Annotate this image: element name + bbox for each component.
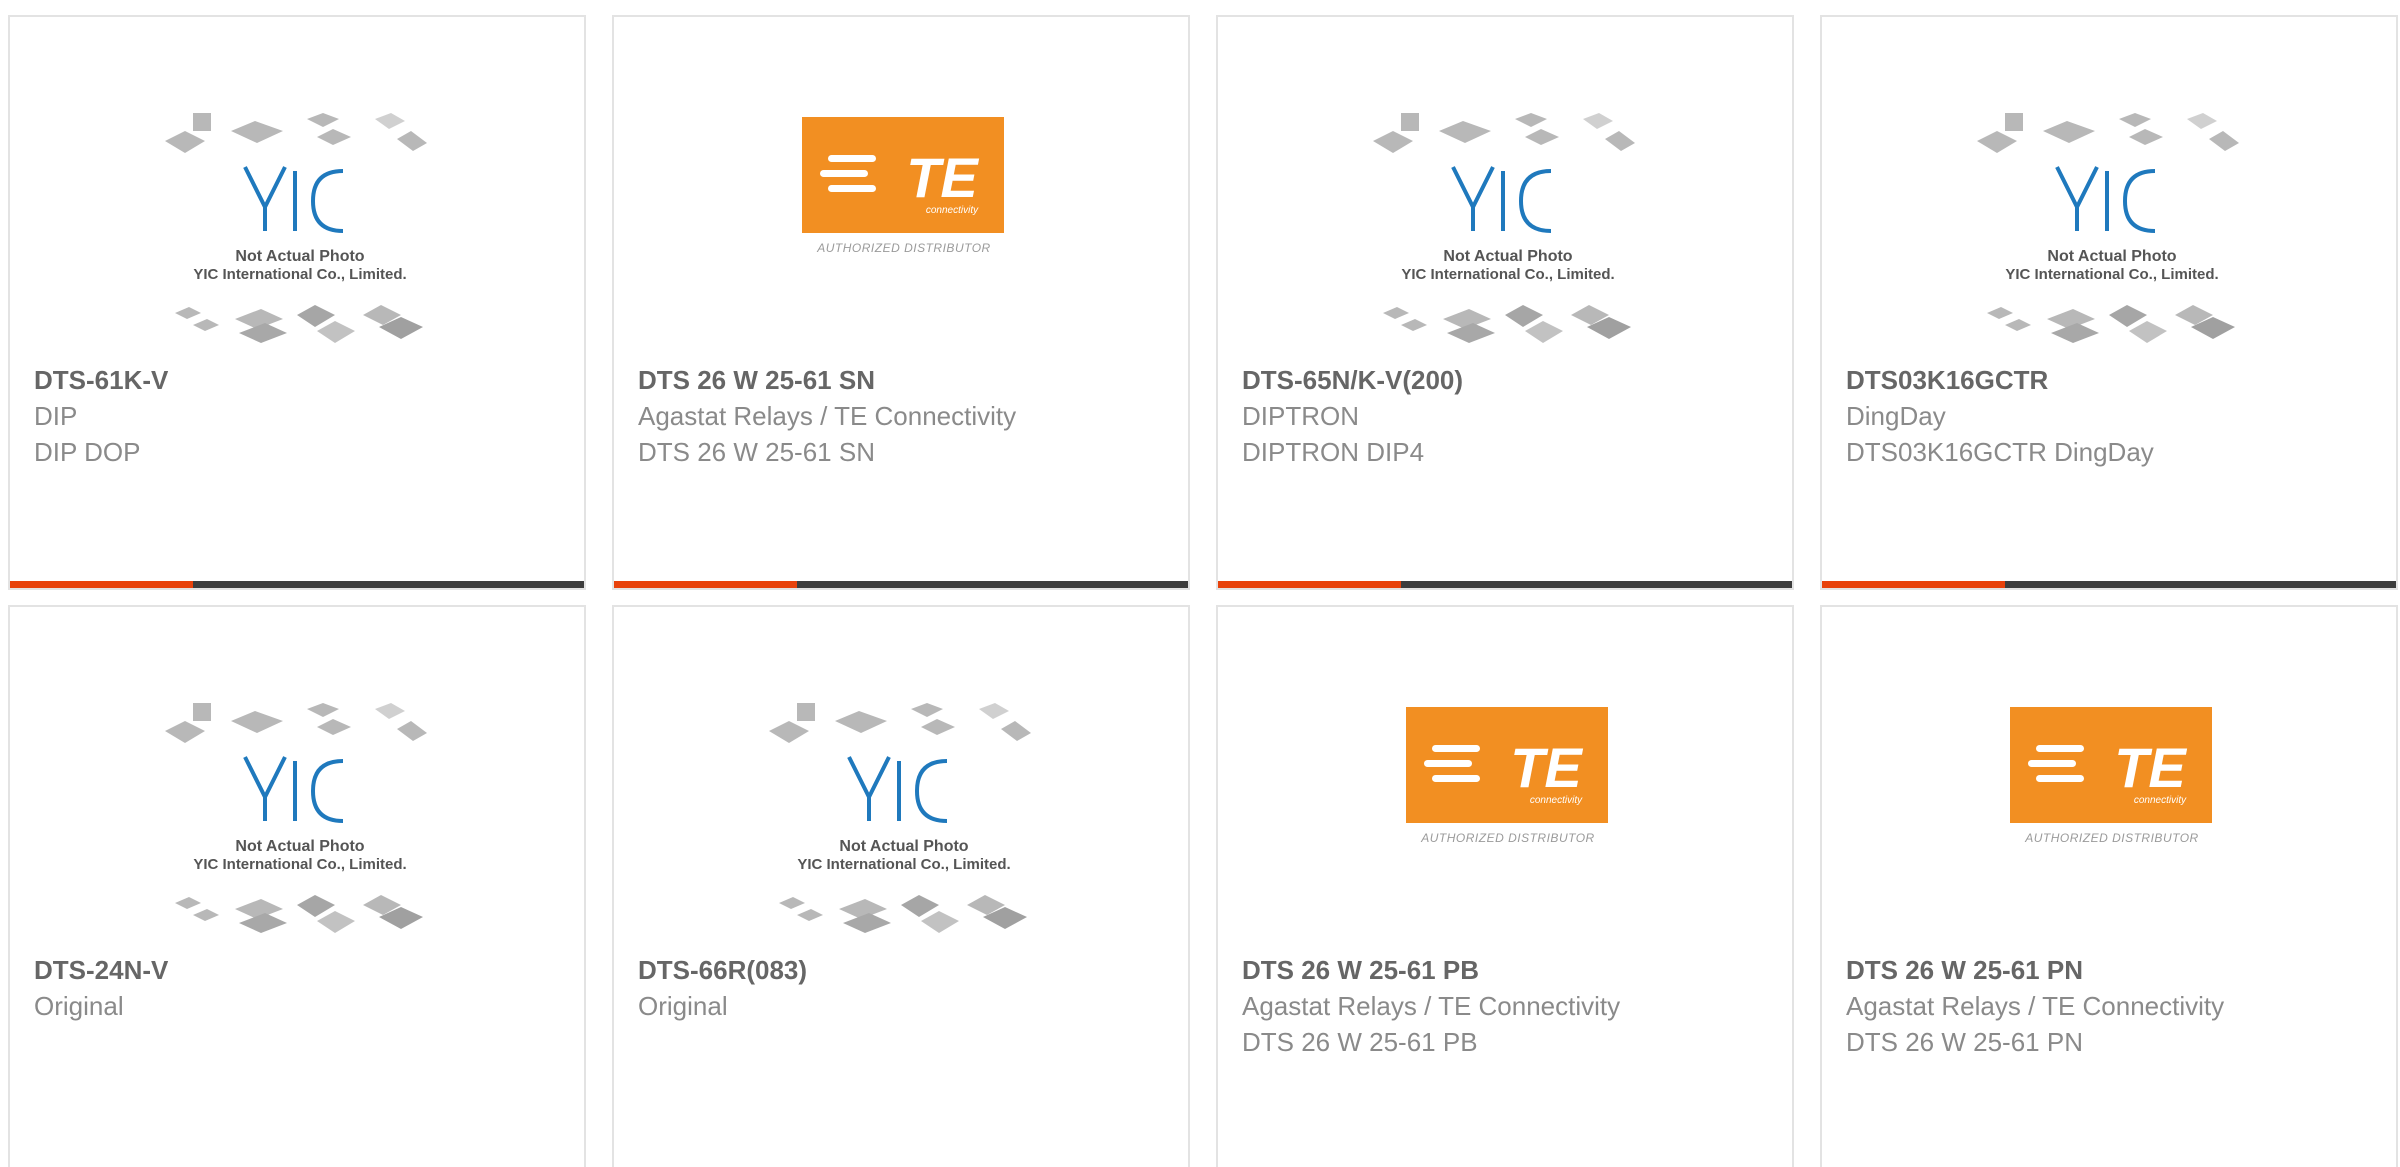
product-image[interactable]: Not Actual Photo YIC International Co., … — [614, 607, 1188, 947]
svg-text:TE: TE — [2114, 736, 2187, 799]
product-manufacturer: Original — [34, 991, 124, 1021]
card-bottom-bar — [1218, 581, 1792, 588]
product-title[interactable]: DTS-61K-V — [34, 362, 574, 398]
yic-placeholder-image: Not Actual Photo YIC International Co., … — [1373, 109, 1643, 369]
card-accent-bar — [1218, 581, 1401, 588]
te-logo-caption: AUTHORIZED DISTRIBUTOR — [1421, 831, 1595, 845]
product-card[interactable]: Not Actual Photo YIC International Co., … — [1216, 15, 1794, 590]
svg-text:connectivity: connectivity — [2134, 795, 2187, 806]
product-image[interactable]: Not Actual Photo YIC International Co., … — [10, 17, 584, 357]
card-accent-bar — [1822, 581, 2005, 588]
product-card[interactable]: TE connectivity AUTHORIZED DISTRIBUTOR D… — [1820, 605, 2398, 1167]
yic-placeholder-image: Not Actual Photo YIC International Co., … — [165, 109, 435, 369]
product-info: DTS-61K-V DIP DIP DOP — [34, 362, 574, 470]
te-logo-caption: AUTHORIZED DISTRIBUTOR — [817, 241, 991, 255]
product-title[interactable]: DTS 26 W 25-61 PN — [1846, 952, 2386, 988]
card-bottom-bar — [10, 581, 584, 588]
svg-text:YIC International Co., Limited: YIC International Co., Limited. — [193, 856, 406, 873]
card-bottom-bar — [1822, 581, 2396, 588]
yic-placeholder-image: Not Actual Photo YIC International Co., … — [1977, 109, 2247, 369]
product-title[interactable]: DTS-65N/K-V(200) — [1242, 362, 1782, 398]
svg-text:Not Actual Photo: Not Actual Photo — [839, 838, 968, 855]
svg-text:Not Actual Photo: Not Actual Photo — [235, 838, 364, 855]
product-title[interactable]: DTS 26 W 25-61 PB — [1242, 952, 1782, 988]
card-bottom-bar — [614, 581, 1188, 588]
product-image[interactable]: Not Actual Photo YIC International Co., … — [1218, 17, 1792, 357]
yic-placeholder-image: Not Actual Photo YIC International Co., … — [769, 699, 1039, 959]
product-info: DTS-66R(083) Original — [638, 952, 1178, 1024]
product-description: DTS03K16GCTR DingDay — [1846, 437, 2154, 467]
te-connectivity-logo: TE connectivity AUTHORIZED DISTRIBUTOR — [802, 117, 1006, 267]
svg-text:connectivity: connectivity — [1530, 795, 1583, 806]
product-card[interactable]: Not Actual Photo YIC International Co., … — [1820, 15, 2398, 590]
product-description: DIPTRON DIP4 — [1242, 437, 1425, 467]
product-description: DTS 26 W 25-61 PB — [1242, 1027, 1478, 1057]
yic-placeholder-image: Not Actual Photo YIC International Co., … — [165, 699, 435, 959]
product-manufacturer: DIP — [34, 401, 78, 431]
product-card[interactable]: Not Actual Photo YIC International Co., … — [8, 605, 586, 1167]
product-info: DTS-24N-V Original — [34, 952, 574, 1024]
product-info: DTS 26 W 25-61 SN Agastat Relays / TE Co… — [638, 362, 1178, 470]
product-title[interactable]: DTS 26 W 25-61 SN — [638, 362, 1178, 398]
product-info: DTS-65N/K-V(200) DIPTRON DIPTRON DIP4 — [1242, 362, 1782, 470]
product-info: DTS03K16GCTR DingDay DTS03K16GCTR DingDa… — [1846, 362, 2386, 470]
product-grid: Not Actual Photo YIC International Co., … — [0, 0, 2400, 1167]
product-info: DTS 26 W 25-61 PN Agastat Relays / TE Co… — [1846, 952, 2386, 1060]
product-image[interactable]: TE connectivity AUTHORIZED DISTRIBUTOR — [614, 17, 1188, 357]
product-image[interactable]: TE connectivity AUTHORIZED DISTRIBUTOR — [1218, 607, 1792, 947]
product-manufacturer: Agastat Relays / TE Connectivity — [1846, 991, 2225, 1021]
product-manufacturer: Agastat Relays / TE Connectivity — [1242, 991, 1621, 1021]
svg-text:YIC International Co., Limited: YIC International Co., Limited. — [193, 266, 406, 283]
te-connectivity-logo: TE connectivity AUTHORIZED DISTRIBUTOR — [1406, 707, 1610, 857]
product-description: DIP DOP — [34, 437, 141, 467]
product-image[interactable]: Not Actual Photo YIC International Co., … — [1822, 17, 2396, 357]
product-card[interactable]: TE connectivity AUTHORIZED DISTRIBUTOR D… — [1216, 605, 1794, 1167]
product-title[interactable]: DTS03K16GCTR — [1846, 362, 2386, 398]
te-logo-caption: AUTHORIZED DISTRIBUTOR — [2025, 831, 2199, 845]
product-title[interactable]: DTS-24N-V — [34, 952, 574, 988]
product-image[interactable]: Not Actual Photo YIC International Co., … — [10, 607, 584, 947]
svg-text:YIC International Co., Limited: YIC International Co., Limited. — [2005, 266, 2218, 283]
product-manufacturer: Original — [638, 991, 728, 1021]
svg-text:Not Actual Photo: Not Actual Photo — [235, 248, 364, 265]
product-image[interactable]: TE connectivity AUTHORIZED DISTRIBUTOR — [1822, 607, 2396, 947]
svg-text:Not Actual Photo: Not Actual Photo — [1443, 248, 1572, 265]
svg-text:TE: TE — [1510, 736, 1583, 799]
product-card[interactable]: Not Actual Photo YIC International Co., … — [8, 15, 586, 590]
te-connectivity-logo: TE connectivity AUTHORIZED DISTRIBUTOR — [2010, 707, 2214, 857]
product-info: DTS 26 W 25-61 PB Agastat Relays / TE Co… — [1242, 952, 1782, 1060]
card-accent-bar — [10, 581, 193, 588]
svg-text:Not Actual Photo: Not Actual Photo — [2047, 248, 2176, 265]
product-manufacturer: DingDay — [1846, 401, 1946, 431]
product-manufacturer: DIPTRON — [1242, 401, 1359, 431]
svg-text:YIC International Co., Limited: YIC International Co., Limited. — [1401, 266, 1614, 283]
svg-text:YIC International Co., Limited: YIC International Co., Limited. — [797, 856, 1010, 873]
product-card[interactable]: Not Actual Photo YIC International Co., … — [612, 605, 1190, 1167]
product-card[interactable]: TE connectivity AUTHORIZED DISTRIBUTOR D… — [612, 15, 1190, 590]
svg-text:connectivity: connectivity — [926, 205, 979, 216]
card-accent-bar — [614, 581, 797, 588]
product-title[interactable]: DTS-66R(083) — [638, 952, 1178, 988]
product-description: DTS 26 W 25-61 SN — [638, 437, 875, 467]
product-description: DTS 26 W 25-61 PN — [1846, 1027, 2083, 1057]
product-manufacturer: Agastat Relays / TE Connectivity — [638, 401, 1017, 431]
svg-text:TE: TE — [906, 146, 979, 209]
